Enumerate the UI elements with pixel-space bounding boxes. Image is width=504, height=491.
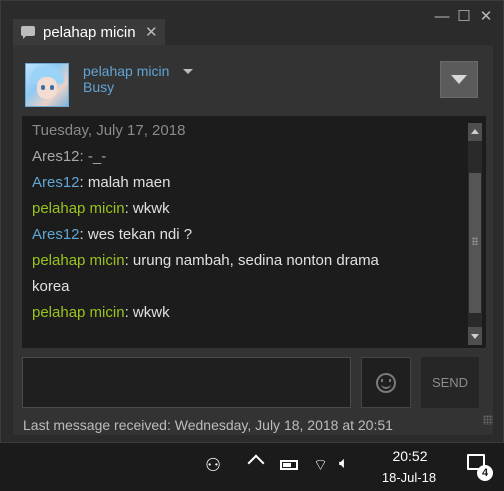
- chat-bubble-icon: [21, 26, 35, 39]
- grip-icon: [472, 237, 478, 245]
- chat-message: pelahap micin: urung nambah, sedina nont…: [32, 252, 379, 270]
- chat-menu-dropdown-button[interactable]: [440, 61, 478, 98]
- send-button[interactable]: SEND: [421, 357, 479, 408]
- taskbar-clock-time[interactable]: 20:52: [385, 448, 435, 464]
- message-text: : urung nambah, sedina nonton drama: [124, 252, 379, 269]
- avatar[interactable]: [25, 63, 69, 107]
- scrollbar-thumb[interactable]: [469, 173, 481, 313]
- chat-message: pelahap micin: wkwk: [32, 304, 170, 322]
- minimize-button[interactable]: —: [433, 9, 451, 25]
- chat-message: Ares12: -_-: [32, 148, 106, 166]
- message-sender: Ares12: [32, 148, 80, 165]
- chat-message-continuation: korea: [32, 278, 70, 296]
- chat-log: Tuesday, July 17, 2018 Ares12: -_- Ares1…: [22, 116, 486, 348]
- message-sender: Ares12: [32, 174, 80, 191]
- notification-count-badge: 4: [477, 465, 493, 481]
- friend-name[interactable]: pelahap micin: [83, 63, 169, 79]
- show-hidden-icons-chevron-icon[interactable]: [247, 454, 265, 472]
- message-text: : wes tekan ndi ?: [79, 226, 193, 243]
- chat-message: Ares12: wes tekan ndi ?: [32, 226, 192, 244]
- chat-message: pelahap micin: wkwk: [32, 200, 170, 218]
- taskbar: ⚇ ⌔ 🔈︎ 20:52 18-Jul-18 4: [0, 443, 504, 491]
- chat-tab[interactable]: pelahap micin ✕: [13, 19, 165, 45]
- friend-status: Busy: [83, 79, 115, 95]
- chat-message: Ares12: malah maen: [32, 174, 170, 192]
- resize-grip-icon[interactable]: [483, 415, 493, 425]
- message-sender: Ares12: [32, 226, 80, 243]
- chat-panel: pelahap micin Busy Tuesday, July 17, 201…: [13, 45, 493, 435]
- tab-title: pelahap micin: [43, 24, 136, 41]
- message-text: korea: [32, 278, 70, 295]
- message-text: : wkwk: [124, 304, 170, 321]
- message-sender: pelahap micin: [32, 304, 125, 321]
- maximize-button[interactable]: ☐: [455, 9, 473, 25]
- last-message-status: Last message received: Wednesday, July 1…: [23, 417, 393, 433]
- scroll-down-arrow-icon[interactable]: [468, 327, 482, 345]
- message-input[interactable]: [22, 357, 351, 408]
- volume-icon[interactable]: 🔈︎: [339, 455, 349, 473]
- emoticon-icon: [376, 373, 396, 393]
- date-separator: Tuesday, July 17, 2018: [32, 122, 186, 139]
- close-window-button[interactable]: ✕: [477, 9, 495, 25]
- scroll-up-arrow-icon[interactable]: [468, 123, 482, 141]
- emoticon-button[interactable]: [361, 357, 411, 408]
- message-sender: pelahap micin: [32, 252, 125, 269]
- message-text: : wkwk: [124, 200, 170, 217]
- people-icon[interactable]: ⚇: [205, 455, 221, 476]
- battery-icon[interactable]: [280, 460, 298, 470]
- wifi-icon[interactable]: ⌔: [313, 455, 328, 475]
- tab-close-button[interactable]: ✕: [145, 23, 158, 41]
- friend-dropdown-caret-icon[interactable]: [183, 69, 193, 74]
- chat-window: — ☐ ✕ pelahap micin ✕ pelahap micin Busy…: [0, 0, 504, 443]
- friend-header: pelahap micin Busy: [13, 45, 493, 117]
- taskbar-clock-date[interactable]: 18-Jul-18: [376, 470, 442, 485]
- message-text: : malah maen: [79, 174, 171, 191]
- chat-scrollbar[interactable]: [468, 123, 482, 345]
- message-text: : -_-: [79, 148, 107, 165]
- message-sender: pelahap micin: [32, 200, 125, 217]
